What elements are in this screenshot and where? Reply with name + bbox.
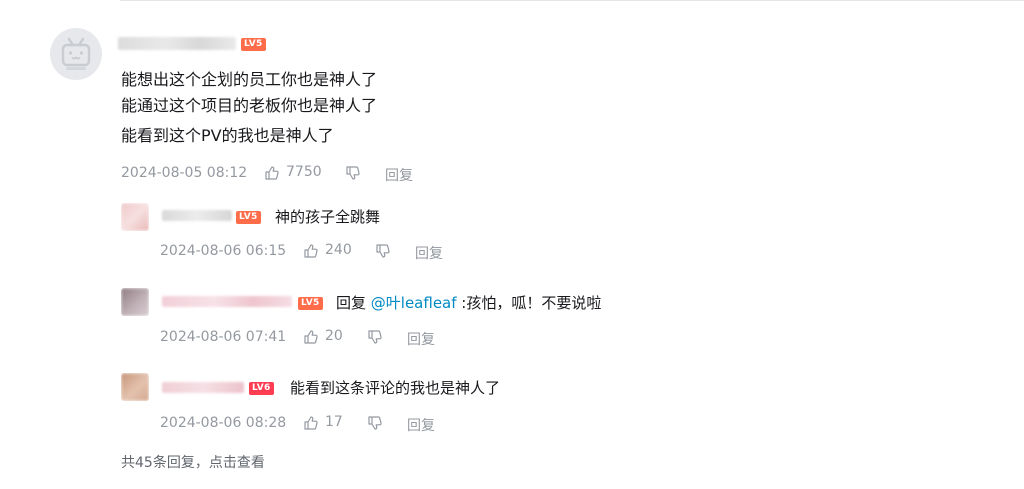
thumbs-up-icon[interactable] <box>303 329 319 345</box>
reply-button[interactable]: 回复 <box>385 165 413 185</box>
comment-text: 能想出这个企划的员工你也是神人了 能通过这个项目的老板你也是神人了 能看到这个P… <box>121 68 377 147</box>
username-blurred[interactable] <box>162 210 232 221</box>
like-count: 17 <box>325 414 343 430</box>
avatar[interactable] <box>121 288 149 316</box>
comment-line: 能通过这个项目的老板你也是神人了 <box>121 96 378 115</box>
thumbs-up-icon[interactable] <box>264 165 280 181</box>
reply-button[interactable]: 回复 <box>407 329 435 349</box>
timestamp: 2024-08-06 06:15 <box>160 243 287 259</box>
timestamp: 2024-08-06 07:41 <box>160 329 287 345</box>
reply-button[interactable]: 回复 <box>407 415 435 435</box>
comment-line: 能看到这个PV的我也是神人了 <box>121 126 334 145</box>
default-avatar-icon <box>61 37 91 70</box>
reply-meta: 2024-08-06 08:28 17 回复 <box>160 414 460 435</box>
avatar[interactable] <box>121 373 149 401</box>
reply-text: 回复 @叶leafleaf :孩怕，呱！不要说啦 <box>336 293 601 313</box>
level-badge: LV5 <box>236 211 261 224</box>
timestamp: 2024-08-06 08:28 <box>160 415 287 431</box>
reply-text: 能看到这条评论的我也是神人了 <box>290 379 501 397</box>
reply-button[interactable]: 回复 <box>415 243 443 263</box>
view-all-replies-link[interactable]: 共45条回复，点击查看 <box>121 452 265 472</box>
like-count: 20 <box>325 328 343 344</box>
timestamp: 2024-08-05 08:12 <box>121 165 248 181</box>
comment-line: 能想出这个企划的员工你也是神人了 <box>121 70 378 89</box>
like-count: 240 <box>325 242 352 258</box>
comment-meta: 2024-08-05 08:12 7750 回复 <box>121 164 441 185</box>
thumbs-down-icon[interactable] <box>367 415 383 431</box>
avatar-default-tv[interactable] <box>50 28 102 80</box>
avatar[interactable] <box>121 203 149 231</box>
level-badge: LV5 <box>298 297 323 310</box>
username-blurred[interactable] <box>162 296 292 307</box>
thumbs-down-icon[interactable] <box>367 329 383 345</box>
username-blurred[interactable] <box>162 382 244 393</box>
reply-meta: 2024-08-06 07:41 20 回复 <box>160 328 460 349</box>
thumbs-up-icon[interactable] <box>303 243 319 259</box>
username-blurred[interactable] <box>118 37 236 50</box>
like-count: 7750 <box>286 164 322 180</box>
reply-meta: 2024-08-06 06:15 240 回复 <box>160 242 460 263</box>
thumbs-down-icon[interactable] <box>375 243 391 259</box>
level-badge: LV6 <box>249 382 274 395</box>
level-badge: LV5 <box>241 38 266 51</box>
thumbs-up-icon[interactable] <box>303 415 319 431</box>
thumbs-down-icon[interactable] <box>345 165 361 181</box>
reply-prefix: 回复 <box>336 294 371 312</box>
reply-body: :孩怕，呱！不要说啦 <box>456 294 602 312</box>
reply-text: 神的孩子全跳舞 <box>275 208 381 226</box>
top-divider <box>120 0 1024 1</box>
mention-link[interactable]: @叶leafleaf <box>371 294 457 312</box>
